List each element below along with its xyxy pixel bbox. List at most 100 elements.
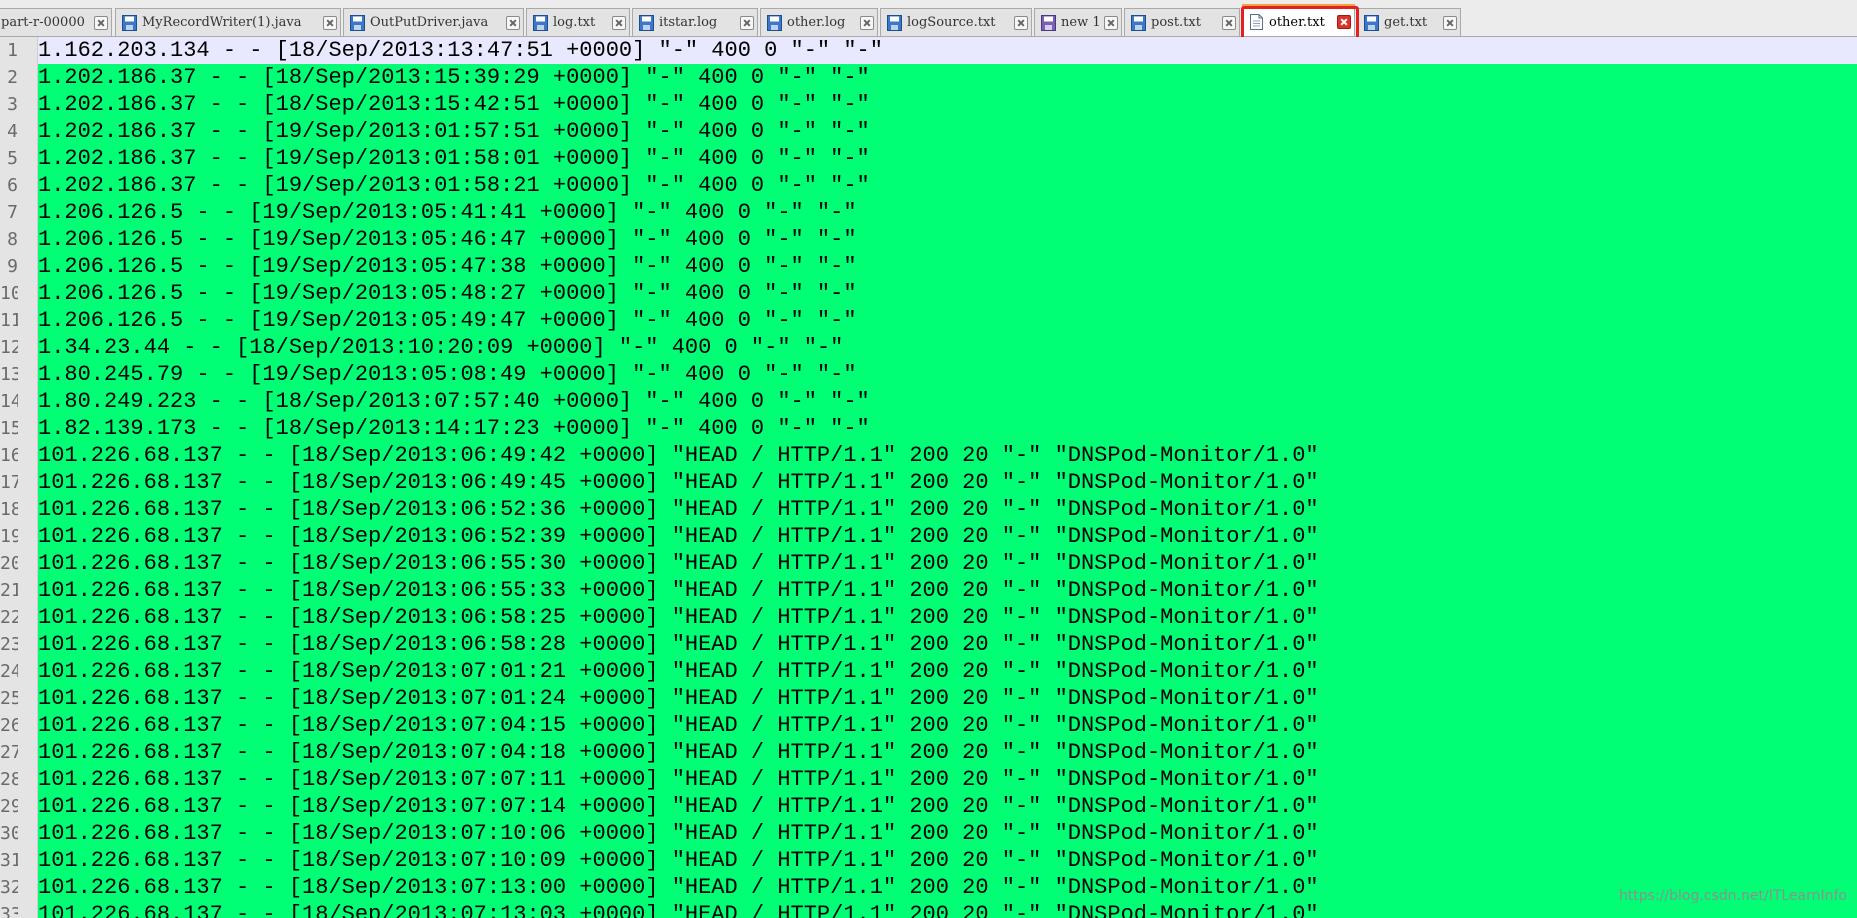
tab-new-1[interactable]: new 1 xyxy=(1034,8,1122,36)
editor-line[interactable]: 25 101.226.68.137 - - [18/Sep/2013:07:01:… xyxy=(0,685,1857,712)
line-number: 26 xyxy=(0,715,18,736)
editor-line[interactable]: 29 101.226.68.137 - - [18/Sep/2013:07:07:… xyxy=(0,793,1857,820)
line-number: 12 xyxy=(0,337,18,358)
tab-outputdriver[interactable]: OutPutDriver.java xyxy=(343,8,524,36)
editor-line[interactable]: 17 101.226.68.137 - - [18/Sep/2013:06:49:… xyxy=(0,469,1857,496)
tab-log-txt[interactable]: log.txt xyxy=(526,8,630,36)
close-icon[interactable] xyxy=(506,15,520,30)
editor-line[interactable]: 23 101.226.68.137 - - [18/Sep/2013:06:58:… xyxy=(0,631,1857,658)
save-disk-icon xyxy=(122,14,137,31)
line-text: 101.226.68.137 - - [18/Sep/2013:06:58:28… xyxy=(38,631,1857,658)
line-text: 1.80.245.79 - - [19/Sep/2013:05:08:49 +0… xyxy=(38,361,1857,388)
line-text: 1.82.139.173 - - [18/Sep/2013:14:17:23 +… xyxy=(38,415,1857,442)
editor-line[interactable]: 4 1.202.186.37 - - [19/Sep/2013:01:57:51 … xyxy=(0,118,1857,145)
line-number: 5 xyxy=(7,148,18,169)
editor-line[interactable]: 26 101.226.68.137 - - [18/Sep/2013:07:04:… xyxy=(0,712,1857,739)
editor-line[interactable]: 13 1.80.245.79 - - [19/Sep/2013:05:08:49 … xyxy=(0,361,1857,388)
editor-line[interactable]: 18 101.226.68.137 - - [18/Sep/2013:06:52:… xyxy=(0,496,1857,523)
line-text: 101.226.68.137 - - [18/Sep/2013:06:52:39… xyxy=(38,523,1857,550)
editor-line[interactable]: 8 1.206.126.5 - - [19/Sep/2013:05:46:47 +… xyxy=(0,226,1857,253)
tab-part-r-00000[interactable]: part-r-00000 xyxy=(0,8,112,36)
close-icon[interactable] xyxy=(612,15,626,30)
editor-line[interactable]: 19 101.226.68.137 - - [18/Sep/2013:06:52:… xyxy=(0,523,1857,550)
line-text: 101.226.68.137 - - [18/Sep/2013:07:10:06… xyxy=(38,820,1857,847)
editor-line[interactable]: 16 101.226.68.137 - - [18/Sep/2013:06:49:… xyxy=(0,442,1857,469)
line-number: 19 xyxy=(0,526,18,547)
line-number: 30 xyxy=(0,823,18,844)
close-icon[interactable] xyxy=(94,15,108,30)
line-text: 101.226.68.137 - - [18/Sep/2013:06:49:45… xyxy=(38,469,1857,496)
line-text: 101.226.68.137 - - [18/Sep/2013:06:55:30… xyxy=(38,550,1857,577)
tab-label: log.txt xyxy=(553,15,596,30)
line-text: 101.226.68.137 - - [18/Sep/2013:07:07:11… xyxy=(38,766,1857,793)
line-text: 101.226.68.137 - - [18/Sep/2013:07:04:15… xyxy=(38,712,1857,739)
editor-line[interactable]: 9 1.206.126.5 - - [19/Sep/2013:05:47:38 +… xyxy=(0,253,1857,280)
line-text: 1.206.126.5 - - [19/Sep/2013:05:48:27 +0… xyxy=(38,280,1857,307)
line-number: 9 xyxy=(7,256,18,277)
line-number: 4 xyxy=(7,121,18,142)
editor-line[interactable]: 20 101.226.68.137 - - [18/Sep/2013:06:55:… xyxy=(0,550,1857,577)
editor-line[interactable]: 5 1.202.186.37 - - [19/Sep/2013:01:58:01 … xyxy=(0,145,1857,172)
close-icon[interactable] xyxy=(1104,15,1118,30)
close-icon[interactable] xyxy=(860,15,874,30)
editor-line[interactable]: 6 1.202.186.37 - - [19/Sep/2013:01:58:21 … xyxy=(0,172,1857,199)
text-editor[interactable]: 1 1.162.203.134 - - [18/Sep/2013:13:47:51… xyxy=(0,37,1857,918)
line-number: 6 xyxy=(7,175,18,196)
line-text: 101.226.68.137 - - [18/Sep/2013:06:49:42… xyxy=(38,442,1857,469)
line-number: 29 xyxy=(0,796,18,817)
editor-line[interactable]: 27 101.226.68.137 - - [18/Sep/2013:07:04:… xyxy=(0,739,1857,766)
close-icon[interactable] xyxy=(1337,15,1351,29)
editor-line[interactable]: 30 101.226.68.137 - - [18/Sep/2013:07:10:… xyxy=(0,820,1857,847)
line-number: 31 xyxy=(0,850,18,871)
close-icon[interactable] xyxy=(1443,15,1457,30)
editor-line[interactable]: 33 101.226.68.137 - - [18/Sep/2013:07:13:… xyxy=(0,901,1857,918)
line-number: 21 xyxy=(0,580,18,601)
save-disk-icon xyxy=(887,14,902,31)
editor-line[interactable]: 32 101.226.68.137 - - [18/Sep/2013:07:13:… xyxy=(0,874,1857,901)
tab-itstar-log[interactable]: itstar.log xyxy=(632,8,758,36)
line-text: 101.226.68.137 - - [18/Sep/2013:07:13:03… xyxy=(38,901,1857,918)
editor-line[interactable]: 31 101.226.68.137 - - [18/Sep/2013:07:10:… xyxy=(0,847,1857,874)
editor-line[interactable]: 1 1.162.203.134 - - [18/Sep/2013:13:47:51… xyxy=(0,37,1857,64)
line-number: 16 xyxy=(0,445,18,466)
editor-line[interactable]: 21 101.226.68.137 - - [18/Sep/2013:06:55:… xyxy=(0,577,1857,604)
line-text: 101.226.68.137 - - [18/Sep/2013:07:04:18… xyxy=(38,739,1857,766)
tab-myrecordwriter[interactable]: MyRecordWriter(1).java xyxy=(115,8,341,36)
tab-other-txt[interactable]: other.txt xyxy=(1242,4,1355,36)
editor-line[interactable]: 3 1.202.186.37 - - [18/Sep/2013:15:42:51 … xyxy=(0,91,1857,118)
close-icon[interactable] xyxy=(1014,15,1028,30)
tab-label: OutPutDriver.java xyxy=(370,15,489,30)
tab-logsource-txt[interactable]: logSource.txt xyxy=(880,8,1032,36)
editor-line[interactable]: 14 1.80.249.223 - - [18/Sep/2013:07:57:40… xyxy=(0,388,1857,415)
save-disk-icon xyxy=(1131,14,1146,31)
tab-other-log[interactable]: other.log xyxy=(760,8,878,36)
line-number: 3 xyxy=(7,94,18,115)
close-icon[interactable] xyxy=(1222,15,1236,30)
line-number: 27 xyxy=(0,742,18,763)
editor-line[interactable]: 22 101.226.68.137 - - [18/Sep/2013:06:58:… xyxy=(0,604,1857,631)
line-number: 22 xyxy=(0,607,18,628)
line-number: 10 xyxy=(0,283,18,304)
line-text: 1.202.186.37 - - [19/Sep/2013:01:57:51 +… xyxy=(38,118,1857,145)
editor-line[interactable]: 7 1.206.126.5 - - [19/Sep/2013:05:41:41 +… xyxy=(0,199,1857,226)
editor-line[interactable]: 24 101.226.68.137 - - [18/Sep/2013:07:01:… xyxy=(0,658,1857,685)
editor-line[interactable]: 12 1.34.23.44 - - [18/Sep/2013:10:20:09 +… xyxy=(0,334,1857,361)
line-text: 1.162.203.134 - - [18/Sep/2013:13:47:51 … xyxy=(38,37,1857,64)
editor-line[interactable]: 11 1.206.126.5 - - [19/Sep/2013:05:49:47 … xyxy=(0,307,1857,334)
tab-get-txt[interactable]: get.txt xyxy=(1357,8,1461,36)
editor-line[interactable]: 10 1.206.126.5 - - [19/Sep/2013:05:48:27 … xyxy=(0,280,1857,307)
line-text: 101.226.68.137 - - [18/Sep/2013:07:10:09… xyxy=(38,847,1857,874)
line-number: 2 xyxy=(7,67,18,88)
editor-line[interactable]: 2 1.202.186.37 - - [18/Sep/2013:15:39:29 … xyxy=(0,64,1857,91)
editor-line[interactable]: 28 101.226.68.137 - - [18/Sep/2013:07:07:… xyxy=(0,766,1857,793)
tab-label: logSource.txt xyxy=(907,15,996,30)
line-text: 101.226.68.137 - - [18/Sep/2013:07:07:14… xyxy=(38,793,1857,820)
line-number: 1 xyxy=(7,40,18,61)
tab-post-txt[interactable]: post.txt xyxy=(1124,8,1240,36)
close-icon[interactable] xyxy=(740,15,754,30)
close-icon[interactable] xyxy=(323,15,337,30)
line-text: 1.206.126.5 - - [19/Sep/2013:05:49:47 +0… xyxy=(38,307,1857,334)
tab-label: itstar.log xyxy=(659,15,718,30)
editor-line[interactable]: 15 1.82.139.173 - - [18/Sep/2013:14:17:23… xyxy=(0,415,1857,442)
line-number: 33 xyxy=(0,904,18,918)
